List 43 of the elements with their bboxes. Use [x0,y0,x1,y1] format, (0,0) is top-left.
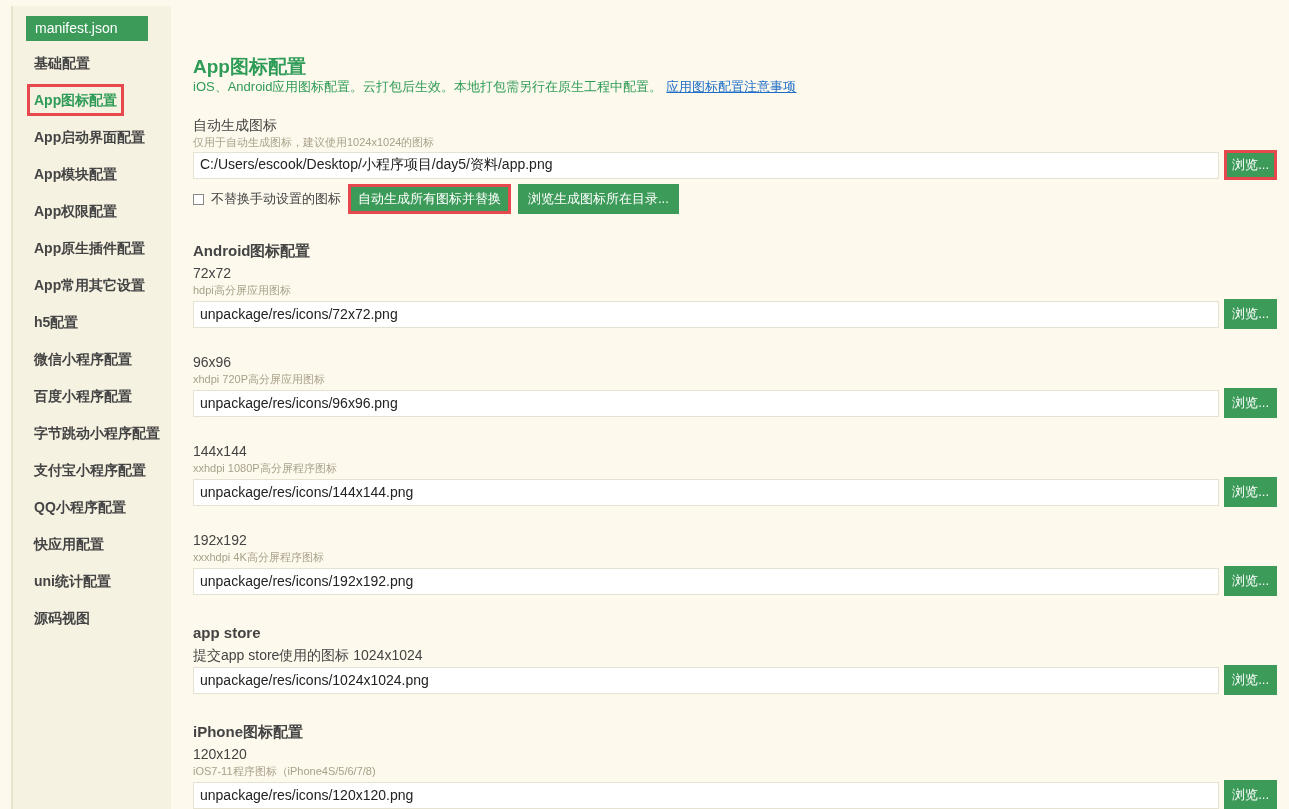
field-hint: 仅用于自动生成图标，建议使用1024x1024的图标 [193,135,436,150]
sidebar-item[interactable]: 字节跳动小程序配置 [27,417,167,449]
checkbox-label: 不替换手动设置的图标 [211,190,341,209]
sidebar-item[interactable]: App启动界面配置 [27,121,153,153]
sidebar-item[interactable]: h5配置 [27,306,86,338]
field-label: 192x192 [193,531,248,549]
path-field[interactable]: C:/Users/escook/Desktop/小程序项目/day5/资料/app.png [193,151,1220,179]
sidebar-item[interactable]: App模块配置 [27,158,125,190]
field-hint: xxhdpi 1080P高分屏程序图标 [193,461,338,476]
sidebar-item[interactable]: QQ小程序配置 [27,491,133,523]
page-title: App图标配置 [193,56,307,78]
field-hint: xhdpi 720P高分屏应用图标 [193,372,327,387]
field-label: 96x96 [193,353,233,371]
path-field[interactable]: unpackage/res/icons/192x192.png [193,567,1220,595]
field-label: 144x144 [193,442,248,460]
notes-link[interactable]: 应用图标配置注意事项 [666,78,797,96]
sidebar-item[interactable]: App权限配置 [27,195,125,227]
sidebar-item[interactable]: 百度小程序配置 [27,380,139,412]
sidebar-item[interactable]: uni统计配置 [27,565,118,597]
page-description: iOS、Android应用图标配置。云打包后生效。本地打包需另行在原生工程中配置。 [193,78,663,96]
field-label: 提交app store使用的图标 1024x1024 [193,646,424,664]
sidebar-item[interactable]: 源码视图 [27,602,97,634]
checkbox[interactable] [193,193,204,205]
path-field[interactable]: unpackage/res/icons/1024x1024.png [193,666,1220,694]
field-label: 72x72 [193,264,233,282]
path-field[interactable]: unpackage/res/icons/144x144.png [193,478,1220,506]
field-label: 自动生成图标 [193,116,278,134]
section-heading: app store [193,623,262,643]
sidebar-item[interactable]: App常用其它设置 [27,269,153,301]
path-field[interactable]: unpackage/res/icons/72x72.png [193,300,1220,328]
field-hint: xxxhdpi 4K高分屏程序图标 [193,550,325,565]
sidebar-item[interactable]: 支付宝小程序配置 [27,454,153,486]
path-field[interactable]: unpackage/res/icons/120x120.png [193,781,1220,809]
field-hint: hdpi高分屏应用图标 [193,283,292,298]
sidebar-item[interactable]: 基础配置 [27,47,97,79]
field-label: 120x120 [193,745,248,763]
section-heading: Android图标配置 [193,241,312,261]
sidebar-item[interactable]: App原生插件配置 [27,232,153,264]
section-heading: iPhone图标配置 [193,722,304,742]
sidebar-item[interactable]: 微信小程序配置 [27,343,139,375]
field-hint: iOS7-11程序图标（iPhone4S/5/6/7/8) [193,764,377,779]
sidebar-item[interactable]: 快应用配置 [27,528,111,560]
path-field[interactable]: unpackage/res/icons/96x96.png [193,389,1220,417]
